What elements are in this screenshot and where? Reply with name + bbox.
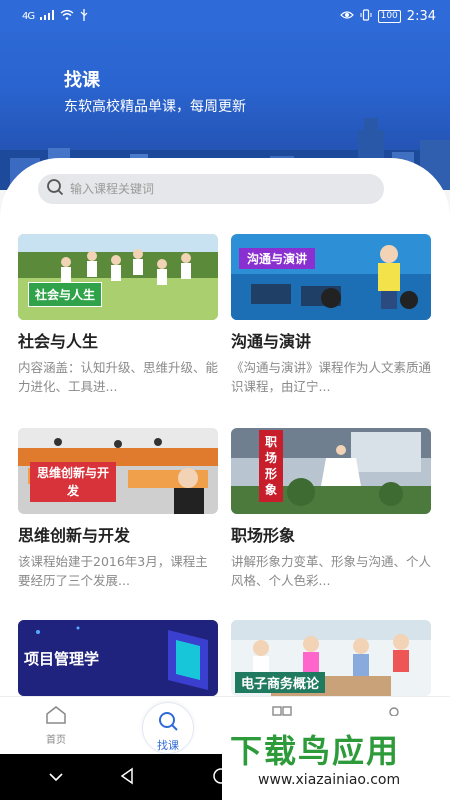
nav-find-course[interactable]: 找课 bbox=[142, 702, 194, 754]
page-subtitle: 东软高校精品单课，每周更新 bbox=[64, 99, 246, 115]
course-description: 内容涵盖：认知升级、思维升级、能力进化、工具进... bbox=[18, 360, 218, 394]
usb-icon bbox=[80, 8, 88, 24]
course-thumbnail: 电子商务概论 bbox=[231, 620, 431, 696]
search-bar[interactable] bbox=[38, 174, 384, 204]
course-description: 讲解形象力变革、形象与沟通、个人风格、个人色彩... bbox=[231, 554, 431, 588]
course-thumbnail: 思维创新与开发 bbox=[18, 428, 218, 514]
nav-find-course-label: 找课 bbox=[157, 739, 179, 752]
course-title: 职场形象 bbox=[231, 526, 296, 545]
search-input[interactable] bbox=[70, 182, 370, 196]
home-icon bbox=[46, 706, 66, 724]
chevron-down-icon[interactable] bbox=[48, 771, 64, 783]
course-thumbnail: 项目管理学 bbox=[18, 620, 218, 696]
course-card[interactable]: 沟通与演讲 沟通与演讲 《沟通与演讲》课程作为人文素质通识课程，由辽宁... bbox=[231, 234, 431, 396]
course-description: 《沟通与演讲》课程作为人文素质通识课程，由辽宁... bbox=[231, 360, 431, 394]
thumbnail-caption: 职场形象 bbox=[259, 430, 283, 502]
watermark-logo-text: 下载鸟应用 bbox=[230, 732, 401, 770]
battery-level: 100 bbox=[377, 9, 401, 23]
course-thumbnail: 社会与人生 bbox=[18, 234, 218, 320]
thumbnail-caption: 沟通与演讲 bbox=[239, 248, 316, 269]
course-card[interactable]: 项目管理学 bbox=[18, 620, 218, 696]
course-title: 思维创新与开发 bbox=[18, 526, 131, 545]
course-thumbnail: 沟通与演讲 bbox=[231, 234, 431, 320]
search-icon bbox=[159, 712, 178, 731]
back-icon[interactable] bbox=[118, 767, 136, 785]
thumbnail-caption: 项目管理学 bbox=[24, 650, 100, 668]
watermark: 下载鸟应用 www.xiazainiao.com bbox=[222, 716, 450, 800]
course-card[interactable]: 电子商务概论 bbox=[231, 620, 431, 696]
battery-icon: 100 bbox=[377, 9, 401, 23]
search-icon bbox=[46, 178, 64, 200]
signal-icon bbox=[40, 9, 55, 23]
nav-home[interactable]: 首页 bbox=[26, 705, 86, 746]
network-label: 4G bbox=[22, 10, 35, 22]
course-title: 沟通与演讲 bbox=[231, 332, 312, 351]
nav-home-label: 首页 bbox=[46, 735, 66, 746]
watermark-url: www.xiazainiao.com bbox=[258, 772, 401, 788]
status-bar: 4G 100 2:34 bbox=[0, 0, 450, 32]
course-thumbnail: 职场形象 bbox=[231, 428, 431, 514]
thumbnail-caption: 社会与人生 bbox=[28, 282, 103, 307]
page-title: 找课 bbox=[64, 70, 100, 91]
clock: 2:34 bbox=[406, 8, 436, 24]
vibrate-icon bbox=[360, 8, 372, 24]
wifi-icon bbox=[60, 9, 74, 23]
course-title: 社会与人生 bbox=[18, 332, 99, 351]
course-card[interactable]: 思维创新与开发 思维创新与开发 该课程始建于2016年3月，课程主要经历了三个发… bbox=[18, 428, 218, 590]
thumbnail-caption: 电子商务概论 bbox=[235, 672, 326, 693]
course-card[interactable]: 职场形象 职场形象 讲解形象力变革、形象与沟通、个人风格、个人色彩... bbox=[231, 428, 431, 590]
course-card[interactable]: 社会与人生 社会与人生 内容涵盖：认知升级、思维升级、能力进化、工具进... bbox=[18, 234, 218, 396]
thumbnail-caption: 思维创新与开发 bbox=[30, 462, 116, 502]
course-description: 该课程始建于2016年3月，课程主要经历了三个发展... bbox=[18, 554, 208, 588]
eye-icon bbox=[339, 9, 354, 23]
